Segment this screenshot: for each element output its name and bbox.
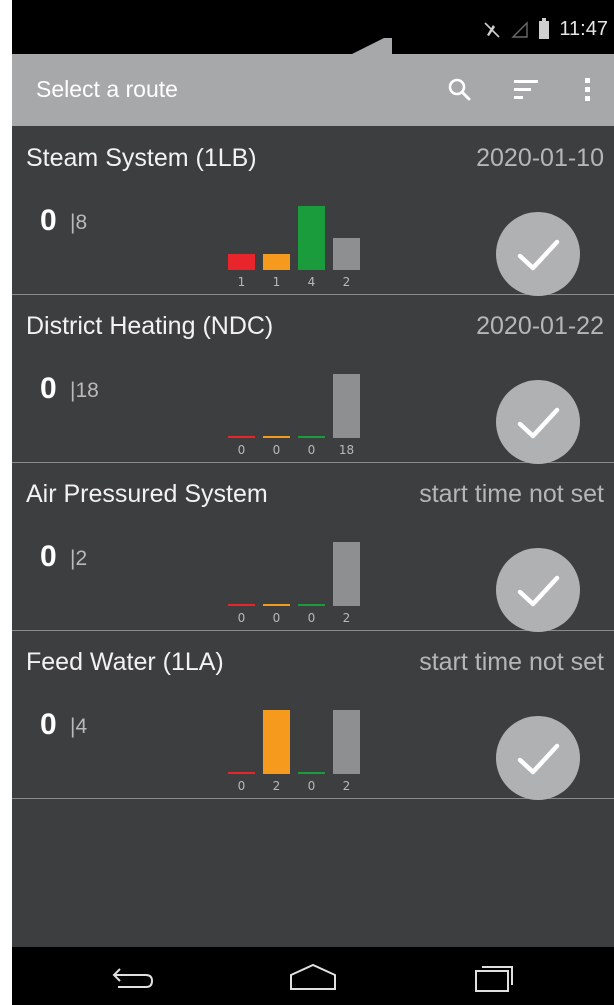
search-icon[interactable] [442,72,478,108]
chart-bar-label: 0 [307,611,316,625]
chart-bar [333,374,360,438]
battery-icon [539,17,550,39]
route-list-item[interactable]: Air Pressured System start time not set 0 |… [12,462,614,632]
chart-bar [263,604,290,606]
chart-bar [298,772,325,774]
route-date: start time not set [419,648,604,676]
completed-count: 0 [40,540,57,573]
chart-bar [298,436,325,438]
completed-count: 0 [40,204,57,237]
chart-bar [228,436,255,438]
chart-bar [263,710,290,774]
chart-bar-label: 0 [237,443,246,457]
chart-bar [298,206,325,270]
complete-route-button[interactable] [496,716,580,800]
route-list-item[interactable]: District Heating (NDC) 2020-01-22 0 |18 0 0 0 1… [12,294,614,464]
chart-bar [228,604,255,606]
complete-route-button[interactable] [496,212,580,296]
completed-count: 0 [40,372,57,405]
chart-bar [333,542,360,606]
chart-bar-label: 0 [272,443,281,457]
home-icon[interactable] [283,955,343,997]
route-list-item[interactable]: Feed Water (1LA) start time not set 0 |4 0 2 0… [12,630,614,800]
route-list-item[interactable]: Steam System (1LB) 2020-01-10 0 |8 1 1 4 2 [12,126,614,296]
checkmark-icon [517,743,560,775]
chart-bar [228,254,255,270]
chart-bar-label: 0 [237,611,246,625]
toolbar-tab-shape [12,38,392,58]
chart-bar-label: 2 [342,779,351,793]
chart-bar-label: 0 [307,443,316,457]
chart-bar [228,772,255,774]
chart-bar-label: 0 [272,611,281,625]
checkmark-icon [517,407,560,439]
chart-bar-label: 1 [272,275,281,289]
route-name: Feed Water (1LA) [26,648,224,676]
complete-route-button[interactable] [496,548,580,632]
sort-icon[interactable] [508,72,544,108]
overflow-menu-icon[interactable] [570,72,606,108]
chart-bar [298,604,325,606]
complete-route-button[interactable] [496,380,580,464]
chart-bar-label: 4 [307,275,316,289]
navigation-bar [12,947,614,1005]
chart-bar [263,436,290,438]
chart-bar-label: 1 [237,275,246,289]
chart-bar-label: 0 [307,779,316,793]
app-screen: 11:47 Select a route Steam System (1LB) 2… [12,0,614,1005]
route-name: Steam System (1LB) [26,144,257,172]
total-count: |2 [70,547,88,570]
mute-icon [484,21,500,38]
total-count: |18 [70,379,99,402]
chart-bar-label: 2 [342,611,351,625]
completed-count: 0 [40,708,57,741]
status-bar-chart: 0 0 0 2 [212,528,362,628]
total-count: |4 [70,715,88,738]
route-name: Air Pressured System [26,480,268,508]
chart-bar-label: 2 [272,779,281,793]
route-date: start time not set [419,480,604,508]
back-icon[interactable] [104,955,164,997]
page-title: Select a route [36,76,178,102]
chart-bar [333,710,360,774]
total-count: |8 [70,211,88,234]
chart-bar-label: 18 [338,443,355,457]
chart-bar-label: 0 [237,779,246,793]
route-date: 2020-01-10 [476,144,604,172]
chart-bar-label: 2 [342,275,351,289]
status-bar-chart: 1 1 4 2 [212,192,362,292]
route-date: 2020-01-22 [476,312,604,340]
recent-apps-icon[interactable] [464,955,524,997]
route-name: District Heating (NDC) [26,312,274,340]
status-bar-chart: 0 0 0 18 [212,360,362,460]
status-bar-chart: 0 2 0 2 [212,696,362,796]
chart-bar [263,254,290,270]
checkmark-icon [517,239,560,271]
signal-icon [511,20,529,38]
checkmark-icon [517,575,560,607]
chart-bar [333,238,360,270]
